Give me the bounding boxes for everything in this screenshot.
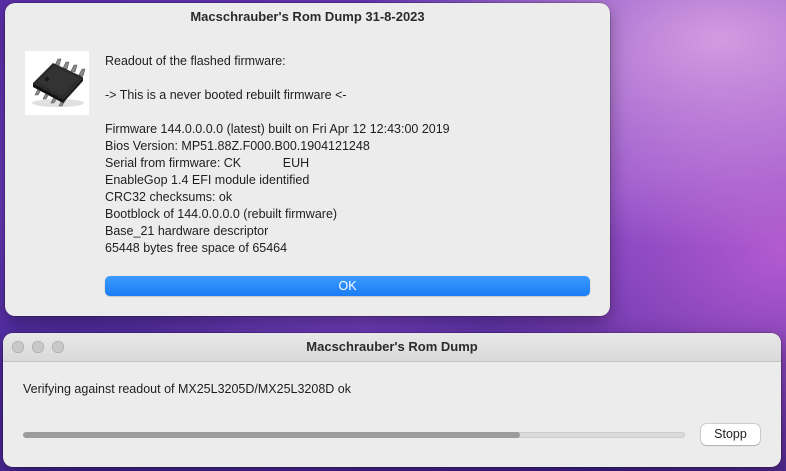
message-line: 65448 bytes free space of 65464: [105, 241, 288, 255]
message-line: EnableGop 1.4 EFI module identified: [105, 173, 310, 187]
eeprom-chip-icon: [25, 51, 89, 115]
message-line: -> This is a never booted rebuilt firmwa…: [105, 88, 347, 102]
stop-button[interactable]: Stopp: [701, 424, 760, 445]
close-window-button[interactable]: [12, 341, 24, 353]
message-line: Base_21 hardware descriptor: [105, 224, 269, 238]
progress-window: Macschrauber's Rom Dump Verifying agains…: [3, 333, 781, 467]
progress-bar: [23, 432, 685, 438]
minimize-window-button[interactable]: [32, 341, 44, 353]
status-text: Verifying against readout of MX25L3205D/…: [23, 382, 351, 396]
message-line: Bios Version: MP51.88Z.F000.B00.19041212…: [105, 139, 370, 153]
progress-bar-fill: [23, 432, 520, 438]
message-line: Firmware 144.0.0.0.0 (latest) built on F…: [105, 122, 450, 136]
dialog-title: Macschrauber's Rom Dump 31-8-2023: [190, 9, 425, 24]
title-bar[interactable]: Macschrauber's Rom Dump: [3, 333, 781, 362]
message-line: Bootblock of 144.0.0.0.0 (rebuilt firmwa…: [105, 207, 338, 221]
window-title: Macschrauber's Rom Dump: [306, 339, 478, 354]
message-line: Serial from firmware: CK EUH: [105, 156, 310, 170]
message-line: Readout of the flashed firmware:: [105, 54, 286, 68]
zoom-window-button[interactable]: [52, 341, 64, 353]
rom-dump-dialog: Macschrauber's Rom Dump 31-8-2023 Readou…: [5, 3, 610, 316]
dialog-message: Readout of the flashed firmware: -> This…: [105, 53, 595, 257]
ok-button[interactable]: OK: [105, 276, 590, 296]
message-line: CRC32 checksums: ok: [105, 190, 233, 204]
